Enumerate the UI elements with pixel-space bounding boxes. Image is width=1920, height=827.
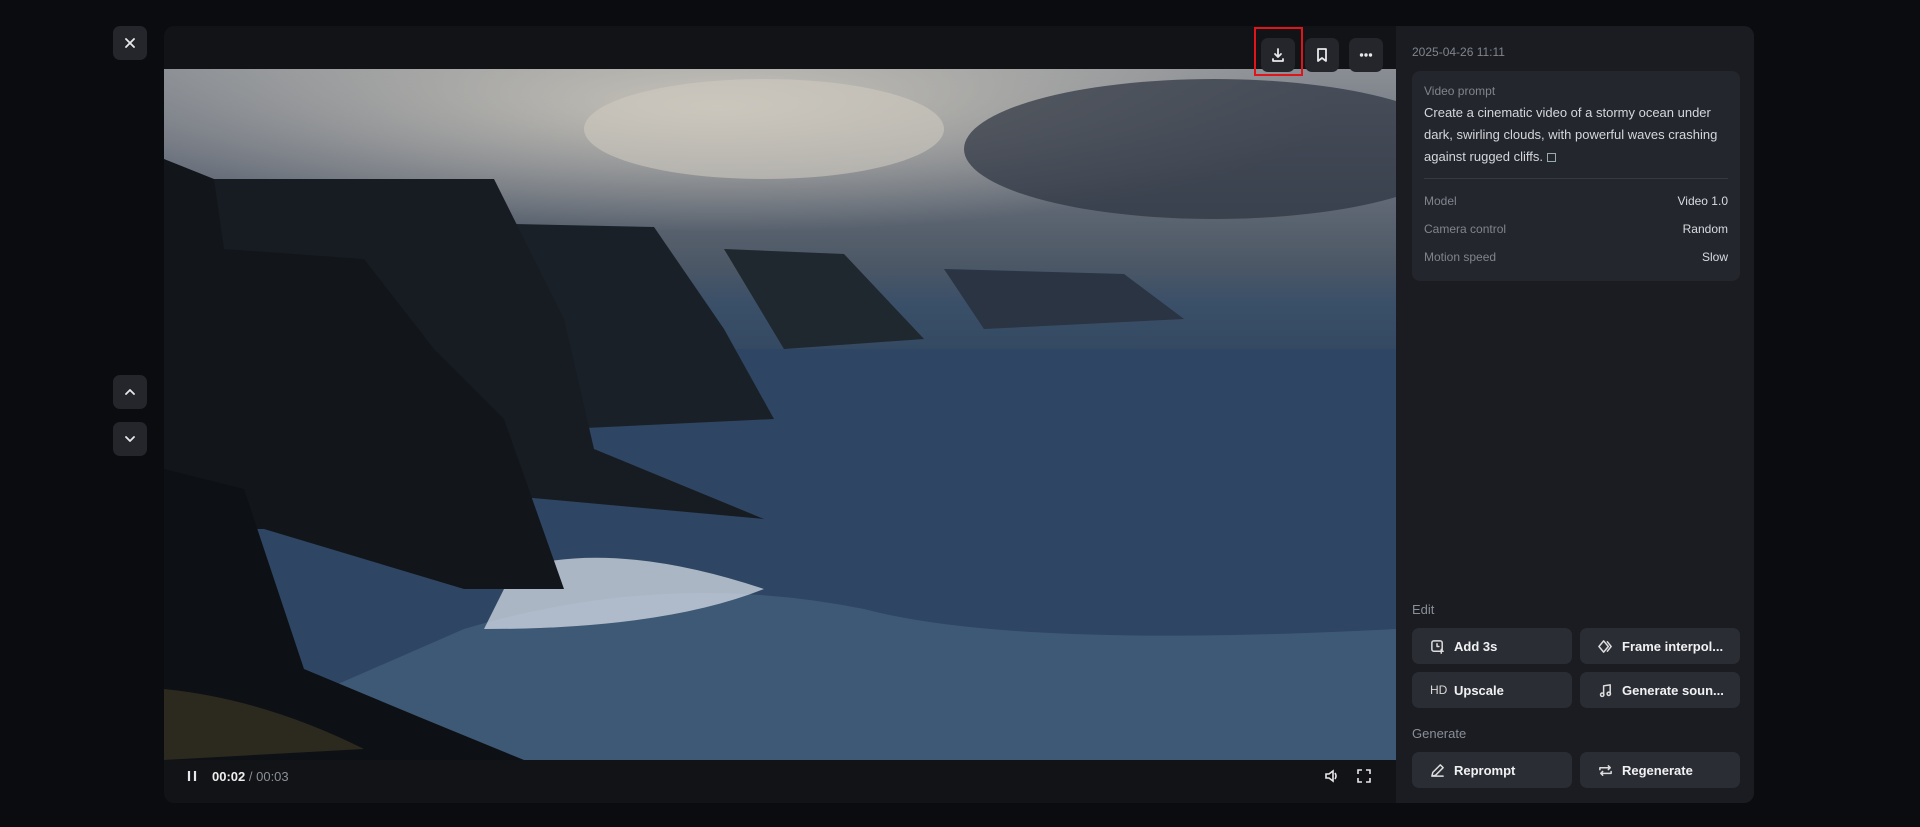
detail-value: Random [1682,222,1728,236]
more-icon [1359,53,1373,57]
current-time: 00:02 [212,769,246,784]
video-scene [164,69,1396,760]
prompt-content: Create a cinematic video of a stormy oce… [1424,105,1718,164]
duration: 00:03 [256,769,289,784]
detail-value: Slow [1701,250,1728,264]
music-note-icon [1598,683,1614,698]
button-label: Regenerate [1622,762,1693,778]
volume-button[interactable] [1324,768,1340,784]
fullscreen-button[interactable] [1356,768,1372,784]
download-button[interactable] [1261,38,1295,72]
detail-label: Model [1424,194,1457,208]
pause-button[interactable] [184,768,200,784]
video-player: 00:02 / 00:03 [164,26,1396,803]
creation-date: 2025-04-26 11:11 [1412,45,1505,59]
clock-plus-icon [1430,639,1446,654]
player-controls: 00:02 / 00:03 [164,760,1396,803]
repeat-icon [1598,763,1614,778]
frame-interpolation-button[interactable]: Frame interpol... [1580,628,1740,664]
prompt-label: Video prompt [1424,84,1496,98]
more-button[interactable] [1349,38,1383,72]
details-panel: 2025-04-26 11:11 Video prompt Create a c… [1396,26,1754,803]
chevron-up-icon [125,389,135,395]
divider [1424,178,1728,179]
button-label: Generate soun... [1622,682,1724,698]
volume-icon [1325,769,1337,783]
bookmark-icon [1317,48,1327,62]
pause-icon [187,771,197,781]
button-label: Frame interpol... [1622,638,1724,654]
reprompt-button[interactable]: Reprompt [1412,752,1572,788]
regenerate-button[interactable]: Regenerate [1580,752,1740,788]
time-display: 00:02 / 00:03 [212,769,289,784]
generate-section-label: Generate [1412,726,1467,741]
bookmark-button[interactable] [1305,38,1339,72]
button-label: Reprompt [1454,762,1516,778]
button-label: Upscale [1454,682,1504,698]
detail-row-camera: Camera control Random [1424,215,1728,243]
download-icon [1272,48,1284,62]
generate-sound-button[interactable]: Generate soun... [1580,672,1740,708]
chevron-down-icon [125,436,135,442]
detail-value: Video 1.0 [1677,194,1729,208]
pencil-icon [1430,763,1446,778]
hd-icon: HD [1430,683,1448,697]
detail-row-motion: Motion speed Slow [1424,243,1728,271]
detail-row-model: Model Video 1.0 [1424,187,1728,215]
frame-interpolation-icon [1598,639,1614,654]
close-button[interactable] [113,26,147,60]
upscale-button[interactable]: HD Upscale [1412,672,1572,708]
next-button[interactable] [113,422,147,456]
copy-icon[interactable] [1547,153,1556,163]
prompt-card: Video prompt Create a cinematic video of… [1412,71,1740,281]
fullscreen-icon [1357,769,1371,783]
edit-section-label: Edit [1412,602,1435,617]
detail-label: Camera control [1424,222,1507,236]
close-icon [125,38,135,48]
detail-label: Motion speed [1424,250,1497,264]
video-frame[interactable] [164,69,1396,760]
previous-button[interactable] [113,375,147,409]
add-3s-button[interactable]: Add 3s [1412,628,1572,664]
button-label: Add 3s [1454,638,1498,654]
prompt-text: Create a cinematic video of a stormy oce… [1424,102,1728,168]
